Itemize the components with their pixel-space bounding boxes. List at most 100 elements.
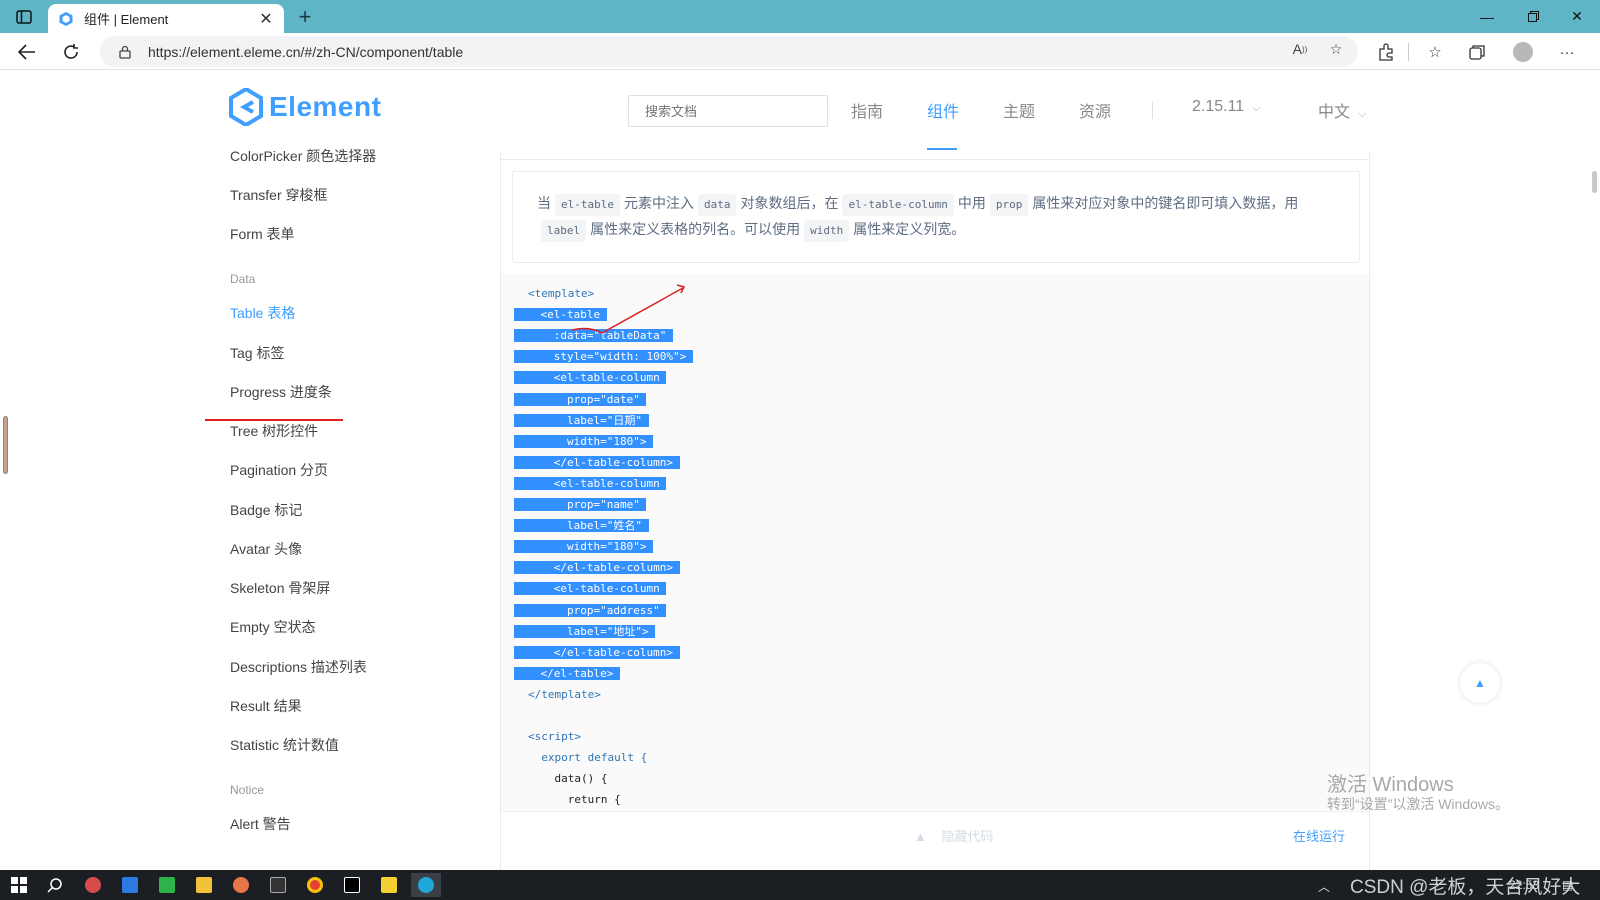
collections-icon[interactable]	[1466, 41, 1488, 63]
activate-windows-subtitle: 转到“设置”以激活 Windows。	[1327, 796, 1510, 812]
tray-chevron-icon[interactable]: ︿	[1318, 878, 1330, 895]
code-block-footer: ▲ 隐藏代码 在线运行	[501, 811, 1369, 859]
url-field[interactable]: https://element.eleme.cn/#/zh-CN/compone…	[100, 36, 1358, 67]
code-block[interactable]: <template> <el-table :data="tableData" s…	[501, 274, 1369, 810]
code-line: </el-table-column>	[514, 642, 680, 663]
sidebar-group-notice: Notice	[230, 783, 265, 797]
inline-code: el-table	[555, 194, 620, 216]
inline-code: el-table-column	[842, 194, 954, 216]
url-text: https://element.eleme.cn/#/zh-CN/compone…	[148, 43, 464, 60]
new-tab-icon[interactable]: +	[292, 4, 318, 30]
favorites-icon[interactable]: ☆	[1424, 41, 1446, 63]
sidebar-item-avatar[interactable]: Avatar 头像	[230, 539, 302, 559]
inline-code: width	[804, 220, 850, 242]
read-aloud-icon[interactable]: A))	[1290, 40, 1310, 58]
add-favorite-icon[interactable]: ☆	[1326, 40, 1346, 58]
code-line: prop="address"	[514, 600, 667, 621]
demo-top-line	[500, 159, 1370, 160]
browser-tab-bar: 组件 | Element ✕ + — ✕	[0, 0, 1600, 33]
sidebar-item-table[interactable]: Table 表格	[230, 303, 295, 323]
sidebar-item-progress[interactable]: Progress 进度条	[230, 382, 332, 402]
extensions-icon[interactable]	[1375, 41, 1397, 63]
refresh-icon[interactable]	[56, 38, 86, 66]
sidebar-item-pagination[interactable]: Pagination 分页	[230, 460, 328, 480]
sidebar-item-descriptions[interactable]: Descriptions 描述列表	[230, 657, 367, 677]
restore-icon[interactable]	[1510, 0, 1556, 33]
sidebar-item-result[interactable]: Result 结果	[230, 696, 302, 716]
back-arrow-icon[interactable]	[12, 38, 42, 66]
nav-resource[interactable]: 资源	[1079, 98, 1111, 122]
code-line: </el-table>	[514, 663, 620, 684]
language-select[interactable]: 中文 ⌵	[1318, 98, 1366, 122]
page-scrollbar-thumb[interactable]	[1592, 171, 1597, 193]
nav-guide[interactable]: 指南	[851, 98, 883, 122]
tab-close-icon[interactable]: ✕	[258, 9, 274, 29]
more-menu-icon[interactable]: ···	[1556, 41, 1578, 63]
sidebar-group-data: Data	[230, 272, 256, 286]
terminal-icon[interactable]	[265, 873, 291, 897]
windows-start-icon[interactable]	[6, 873, 32, 897]
tab-actions-icon[interactable]	[10, 6, 38, 28]
app-icon-1[interactable]	[80, 873, 106, 897]
browser-tab-active[interactable]: 组件 | Element ✕	[48, 4, 284, 33]
code-line: <el-table-column	[514, 578, 667, 599]
activate-windows-title: 激活 Windows	[1327, 774, 1454, 796]
app-icon-2[interactable]	[117, 873, 143, 897]
sidebar-item-skeleton[interactable]: Skeleton 骨架屏	[230, 578, 330, 598]
selected-code-text: prop="name"	[514, 498, 647, 511]
hbuilder-icon[interactable]	[154, 873, 180, 897]
version-text: 2.15.11	[1192, 98, 1245, 115]
search-docs-input[interactable]	[628, 95, 828, 127]
run-online-button[interactable]: 在线运行	[1293, 826, 1345, 845]
selected-code-text: label="姓名"	[514, 519, 649, 533]
search-icon[interactable]	[42, 873, 68, 897]
tab-title: 组件 | Element	[84, 12, 169, 27]
sidebar-item-tag[interactable]: Tag 标签	[230, 343, 284, 363]
sidebar-item-colorpicker[interactable]: ColorPicker 颜色选择器	[230, 146, 376, 166]
chrome-icon[interactable]	[302, 873, 328, 897]
sidebar-nav: ColorPicker 颜色选择器 Transfer 穿梭框 Form 表单 D…	[0, 148, 500, 870]
minimize-icon[interactable]: —	[1464, 0, 1510, 33]
edge-icon[interactable]	[411, 873, 441, 897]
file-explorer-icon[interactable]	[191, 873, 217, 897]
code-line: <el-table-column	[514, 473, 667, 494]
language-text: 中文	[1318, 104, 1351, 121]
sidebar-item-form[interactable]: Form 表单	[230, 224, 295, 244]
selected-code-text: <el-table-column	[514, 371, 667, 385]
code-line: label="姓名"	[514, 515, 649, 536]
notification-icon[interactable]: ▤	[1562, 878, 1573, 892]
code-line: label="地址">	[514, 621, 656, 642]
hide-code-button[interactable]: ▲ 隐藏代码	[914, 826, 993, 845]
selected-code-text: </el-table-column>	[514, 561, 680, 575]
app-icon-9[interactable]	[376, 873, 402, 897]
version-select[interactable]: 2.15.11 ⌵	[1192, 98, 1261, 116]
sidebar-item-badge[interactable]: Badge 标记	[230, 500, 302, 520]
selected-code-text: <el-table	[514, 308, 607, 322]
left-edge-scroll-handle[interactable]	[3, 416, 8, 474]
back-to-top-button[interactable]: ▲	[1460, 663, 1500, 703]
desc-text: 元素中注入	[623, 195, 694, 211]
sidebar-item-transfer[interactable]: Transfer 穿梭框	[230, 185, 328, 205]
nav-component[interactable]: 组件	[927, 98, 959, 122]
app-icon-5[interactable]	[228, 873, 254, 897]
sidebar-item-alert[interactable]: Alert 警告	[230, 814, 291, 834]
close-window-icon[interactable]: ✕	[1554, 0, 1600, 33]
profile-avatar[interactable]	[1512, 41, 1534, 63]
sidebar-item-tree[interactable]: Tree 树形控件	[230, 421, 318, 441]
sidebar-item-statistic[interactable]: Statistic 统计数值	[230, 735, 339, 755]
selected-code-text: <el-table-column	[514, 476, 667, 490]
web-page: Element 指南 组件 主题 资源 2.15.11 ⌵ 中文 ⌵ ColorPi…	[0, 71, 1600, 870]
sidebar-item-empty[interactable]: Empty 空状态	[230, 617, 316, 637]
intellij-icon[interactable]	[339, 873, 365, 897]
nav-theme[interactable]: 主题	[1003, 98, 1035, 122]
selected-code-text: </el-table-column>	[514, 645, 680, 659]
selected-code-text: prop="address"	[514, 603, 667, 617]
code-line: prop="name"	[514, 494, 647, 515]
code-line: </template>	[528, 687, 601, 701]
clock[interactable]: 22:53	[1509, 878, 1539, 892]
site-header: Element 指南 组件 主题 资源 2.15.11 ⌵ 中文 ⌵	[0, 71, 1600, 151]
element-logo-icon	[229, 88, 263, 126]
selected-code-text: </el-table>	[514, 666, 620, 680]
element-logo[interactable]: Element	[229, 88, 381, 126]
selected-code-text: label="地址">	[514, 624, 656, 638]
